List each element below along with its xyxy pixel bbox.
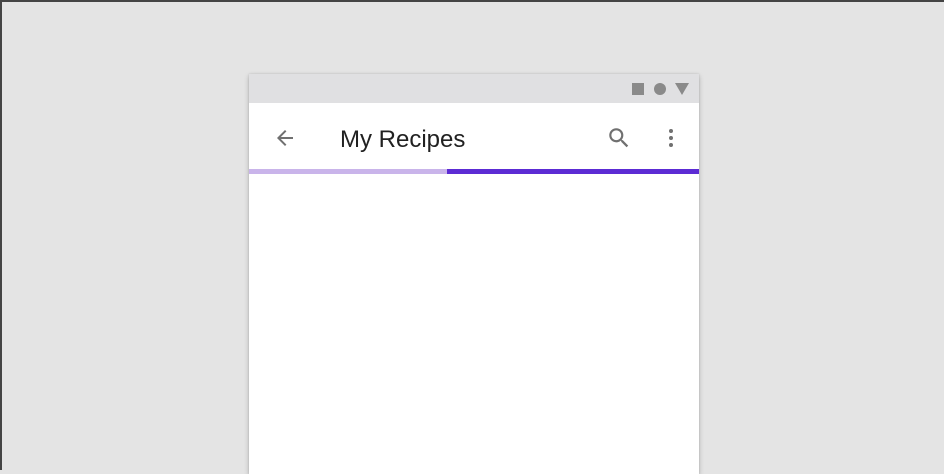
more-vert-icon — [669, 129, 673, 147]
page-title: My Recipes — [340, 126, 466, 153]
triangle-icon — [675, 83, 689, 95]
square-icon — [632, 83, 644, 95]
search-icon — [609, 128, 629, 148]
status-bar — [249, 74, 699, 103]
search-button[interactable] — [599, 118, 639, 158]
back-button[interactable] — [265, 118, 305, 158]
app-bar: My Recipes — [249, 103, 699, 169]
circle-icon — [654, 83, 666, 95]
arrow-back-icon — [277, 130, 293, 146]
phone-frame: My Recipes — [249, 74, 699, 474]
more-options-button[interactable] — [651, 118, 691, 158]
content-area — [249, 174, 699, 474]
